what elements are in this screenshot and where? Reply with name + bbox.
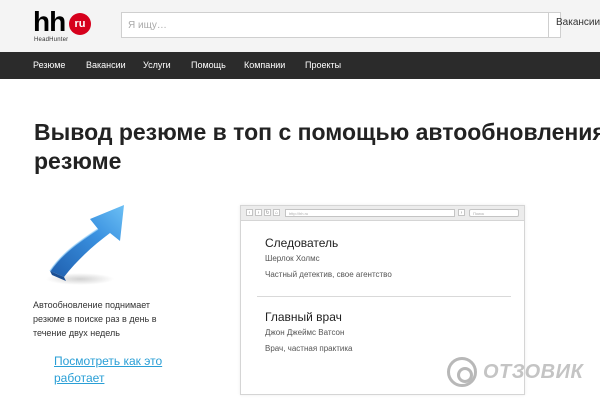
headhunter-logo[interactable]: hh ru HeadHunter xyxy=(33,6,103,45)
mockup-search-field: Поиск xyxy=(469,209,519,217)
nav-item-projects[interactable]: Проекты xyxy=(305,52,341,79)
main-nav: Резюме Вакансии Услуги Помощь Компании П… xyxy=(0,52,600,79)
mockup-back-icon: ‹ xyxy=(246,209,253,216)
nav-item-services[interactable]: Услуги xyxy=(143,52,171,79)
resume-detail: Врач, частная практика xyxy=(265,344,353,353)
mockup-toolbar: ‹ › ↻ ⌂ http://hh.ru › Поиск xyxy=(241,206,524,221)
resume-title: Следователь xyxy=(265,236,339,250)
search-scope-dropdown[interactable]: Вакансии xyxy=(556,17,600,28)
page-title-line1: Вывод резюме в топ с помощью автообновле… xyxy=(34,119,600,145)
how-it-works-link[interactable]: Посмотреть как это работает xyxy=(54,353,194,387)
resume-detail: Частный детектив, свое агентство xyxy=(265,270,392,279)
mockup-forward-icon: › xyxy=(255,209,262,216)
resume-name: Шерлок Холмс xyxy=(265,254,320,263)
mockup-reload-icon: ↻ xyxy=(264,209,271,216)
logo-subtitle: HeadHunter xyxy=(34,37,69,43)
logo-text: hh xyxy=(33,6,66,37)
mockup-divider xyxy=(257,296,511,297)
resume-title: Главный врач xyxy=(265,310,342,324)
feature-description: Автообновление поднимает резюме в поиске… xyxy=(33,300,157,338)
nav-item-resume[interactable]: Резюме xyxy=(33,52,65,79)
otzovik-watermark: ОТЗОВИК xyxy=(447,355,597,391)
search-box xyxy=(121,12,561,38)
page-title-line2: резюме xyxy=(34,148,122,174)
blue-3d-up-arrow-icon xyxy=(46,205,124,285)
mockup-url-field: http://hh.ru xyxy=(285,209,455,217)
mockup-home-icon: ⌂ xyxy=(273,209,280,216)
page-title: Вывод резюме в топ с помощью автообновле… xyxy=(34,118,600,176)
nav-item-help[interactable]: Помощь xyxy=(191,52,226,79)
nav-item-companies[interactable]: Компании xyxy=(244,52,285,79)
nav-item-vacancies[interactable]: Вакансии xyxy=(86,52,126,79)
search-input[interactable] xyxy=(128,13,548,37)
otzovik-logo-icon xyxy=(447,357,477,387)
resume-name: Джон Джеймс Ватсон xyxy=(265,328,345,337)
site-header: hh ru HeadHunter Вакансии xyxy=(0,0,600,52)
logo-badge: ru xyxy=(69,13,91,35)
otzovik-logo-inner-icon xyxy=(457,367,473,383)
search-divider xyxy=(548,12,549,38)
mockup-go-icon: › xyxy=(458,209,465,216)
watermark-text: ОТЗОВИК xyxy=(483,361,584,383)
